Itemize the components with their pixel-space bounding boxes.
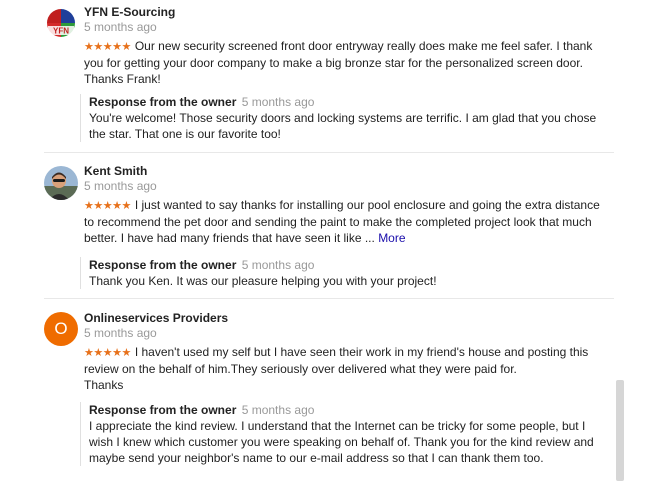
response-title: Response from the owner	[89, 403, 237, 417]
review-text: ★★★★★ Our new security screened front doo…	[84, 38, 604, 87]
response-text: Thank you Ken. It was our pleasure helpi…	[89, 274, 437, 288]
reviews-page: YFN YFN E-Sourcing 5 months ago ★★★★★ Our…	[0, 0, 666, 481]
svg-text:YFN: YFN	[53, 27, 69, 36]
review-header: Kent Smith 5 months ago	[84, 164, 157, 194]
star-rating: ★★★★★	[84, 200, 131, 212]
response-time: 5 months ago	[241, 258, 315, 272]
review-body-closing: Thanks	[84, 378, 124, 392]
response-text: You're welcome! Those security doors and…	[89, 111, 597, 141]
review-header: YFN E-Sourcing 5 months ago	[84, 5, 175, 35]
reviewer-name[interactable]: YFN E-Sourcing	[84, 5, 175, 20]
profile-photo-icon	[44, 166, 78, 200]
review-time: 5 months ago	[84, 179, 157, 193]
star-rating: ★★★★★	[84, 347, 131, 359]
owner-response: Response from the owner 5 months ago You…	[80, 94, 609, 142]
review-text: ★★★★★ I just wanted to say thanks for ins…	[84, 197, 604, 246]
reviewer-avatar-onlineservices[interactable]: O	[44, 312, 78, 346]
owner-response: Response from the owner 5 months ago I a…	[80, 402, 609, 466]
yfn-logo-icon: YFN	[44, 6, 78, 40]
review-body: I just wanted to say thanks for installi…	[84, 198, 600, 245]
review-header: Onlineservices Providers 5 months ago	[84, 311, 228, 341]
reviewer-name[interactable]: Onlineservices Providers	[84, 311, 228, 326]
review-divider	[44, 152, 614, 153]
reviewer-name[interactable]: Kent Smith	[84, 164, 157, 179]
response-title: Response from the owner	[89, 258, 237, 272]
response-text: I appreciate the kind review. I understa…	[89, 419, 594, 465]
response-time: 5 months ago	[241, 403, 315, 417]
more-link[interactable]: More	[378, 231, 405, 245]
avatar-letter: O	[54, 319, 68, 338]
owner-response: Response from the owner 5 months ago Tha…	[80, 257, 609, 289]
review-body: I haven't used my self but I have seen t…	[84, 345, 589, 376]
review-time: 5 months ago	[84, 20, 157, 34]
reviewer-avatar-yfn[interactable]: YFN	[44, 6, 78, 40]
review-body: Our new security screened front door ent…	[84, 39, 593, 86]
reviewer-avatar-kent-smith[interactable]	[44, 166, 78, 200]
response-time: 5 months ago	[241, 95, 315, 109]
scrollbar-thumb[interactable]	[616, 380, 624, 481]
review-divider	[44, 298, 614, 299]
review-text: ★★★★★ I haven't used my self but I have s…	[84, 344, 604, 393]
review-time: 5 months ago	[84, 326, 157, 340]
response-title: Response from the owner	[89, 95, 237, 109]
star-rating: ★★★★★	[84, 41, 131, 53]
